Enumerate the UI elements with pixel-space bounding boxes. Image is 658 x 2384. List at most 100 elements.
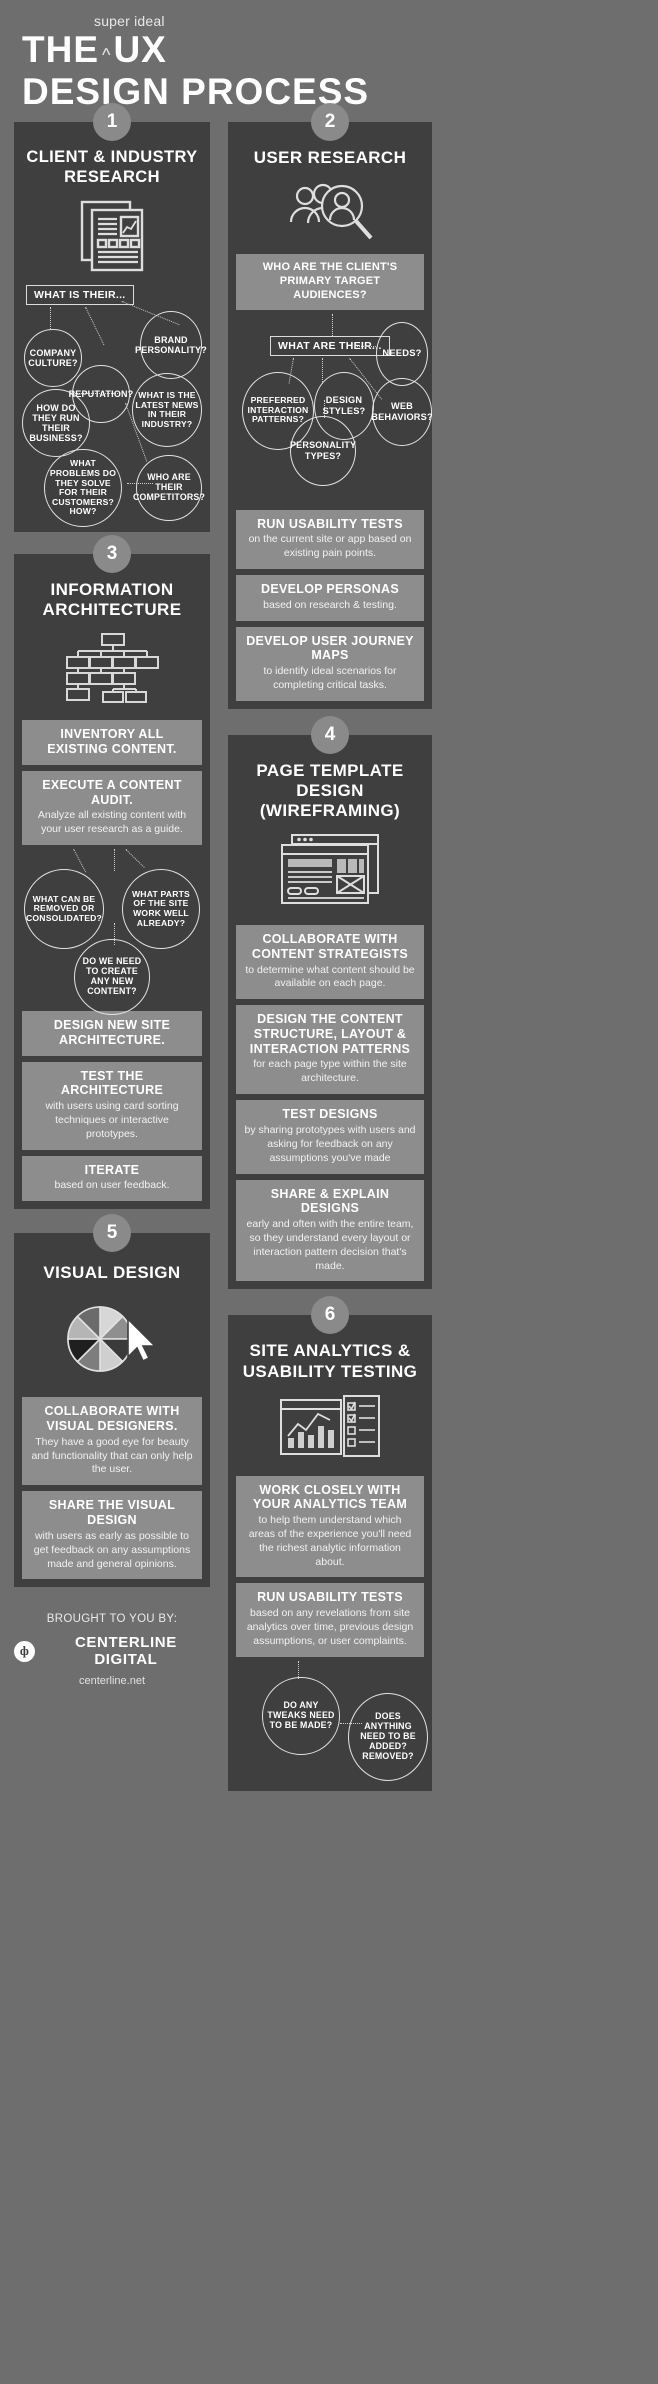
step-3-badge: 3 — [93, 535, 131, 574]
tip-body: based on any revelations from site analy… — [246, 1607, 414, 1647]
users-magnifier-icon — [236, 174, 424, 254]
title-the: THE — [22, 29, 99, 71]
step-3-title: INFORMATION ARCHITECTURE — [42, 580, 182, 620]
step-1-badge: 1 — [93, 103, 131, 142]
step-4-tip-2: TEST DESIGNS by sharing prototypes with … — [236, 1100, 424, 1174]
bubble-removed-consolidated: WHAT CAN BE REMOVED OR CONSOLIDATED? — [24, 869, 104, 950]
connector — [50, 307, 51, 330]
title-ux: UX — [113, 29, 167, 71]
tip-head: COLLABORATE WITH CONTENT STRATEGISTS — [251, 932, 409, 961]
step-5-badge: 5 — [93, 1214, 131, 1253]
tip-body: to identify ideal scenarios for completi… — [263, 665, 397, 691]
connector — [114, 849, 115, 872]
tip-body: Analyze all existing content with your u… — [37, 809, 187, 836]
tip-head: TEST THE ARCHITECTURE — [60, 1068, 164, 1098]
footer-url[interactable]: centerline.net — [14, 1675, 210, 1687]
connector — [332, 313, 333, 336]
tip-head: RUN USABILITY TESTS — [257, 516, 403, 531]
step-4-tip-1: DESIGN THE CONTENT STRUCTURE, LAYOUT & I… — [236, 1005, 424, 1095]
connector — [354, 345, 378, 347]
step-4-title: PAGE TEMPLATE DESIGN (WIREFRAMING) — [256, 760, 404, 820]
step-5: 5 VISUAL DESIGN COLLABORATE WITH VISUAL … — [14, 1214, 210, 1588]
bubble-problems-solve: WHAT PROBLEMS DO THEY SOLVE FOR THEIR CU… — [44, 449, 122, 528]
step-2-panel: USER RESEARCH WHO ARE THE CLIENT'S PRIMA… — [228, 122, 433, 709]
step-4-tip-3: SHARE & EXPLAIN DESIGNS early and often … — [236, 1179, 424, 1282]
connector — [73, 849, 87, 873]
connector — [125, 849, 145, 868]
page-title: THE ^ UX — [22, 29, 636, 70]
step-4-panel: PAGE TEMPLATE DESIGN (WIREFRAMING) COLLA… — [228, 734, 432, 1290]
tip-head: DEVELOP PERSONAS — [261, 582, 399, 597]
step-2-badge: 2 — [311, 103, 349, 142]
step-5-tip-1: SHARE THE VISUAL DESIGN with users as ea… — [22, 1491, 202, 1580]
tip-body: by sharing prototypes with users and ask… — [244, 1123, 416, 1164]
tip-body: on the current site or app based on exis… — [248, 533, 412, 560]
tip-body: for each page type within the site archi… — [253, 1058, 407, 1085]
step-2-tip-0: RUN USABILITY TESTS on the current site … — [236, 509, 424, 570]
step-5-tip-0: COLLABORATE WITH VISUAL DESIGNERS. They … — [22, 1397, 202, 1486]
bubble-tweaks-needed: DO ANY TWEAKS NEED TO BE MADE? — [262, 1676, 340, 1755]
brand-name: CENTERLINE DIGITAL — [74, 1634, 177, 1669]
step-2: 2 USER RESEARCH WHO ARE THE CLIENT'S PRI… — [228, 103, 433, 709]
header-kicker: super ideal — [94, 13, 165, 29]
wireframe-browser-icon — [236, 827, 424, 919]
bubble-company-culture: COMPANY CULTURE? — [24, 329, 82, 388]
tip-body: They have a good eye for beauty and func… — [31, 1435, 193, 1476]
tip-head: INVENTORY ALL EXISTING CONTENT. — [47, 727, 177, 757]
bubble-site-work-well: WHAT PARTS OF THE SITE WORK WELL ALREADY… — [122, 869, 200, 950]
step-5-panel: VISUAL DESIGN COLLABORATE WITH VISUAL DE… — [14, 1233, 210, 1588]
tip-head: SHARE & EXPLAIN DESIGNS — [270, 1186, 390, 1216]
document-report-icon — [22, 193, 202, 283]
step-1: 1 CLIENT & INDUSTRY RESEARCH WHAT IS THE… — [14, 103, 210, 533]
bubble-needs: NEEDS? — [376, 321, 428, 386]
tip-body: early and often with the entire team, so… — [246, 1218, 414, 1272]
bubble-brand-personality: BRAND PERSONALITY? — [135, 311, 207, 380]
tip-body: with users as early as possible to get f… — [33, 1529, 191, 1570]
step-6-tip-1: RUN USABILITY TESTS based on any revelat… — [236, 1583, 424, 1657]
tip-body: to help them understand which areas of t… — [248, 1514, 412, 1568]
infographic-page: super ideal THE ^ UX DESIGN PROCESS 1 CL… — [0, 0, 658, 2384]
step-1-query-label: WHAT IS THEIR... — [26, 285, 134, 306]
bubble-added-removed: DOES ANYTHING NEED TO BE ADDED? REMOVED? — [348, 1692, 428, 1781]
bubble-latest-news: WHAT IS THE LATEST NEWS IN THEIR INDUSTR… — [132, 373, 202, 448]
tip-head: SHARE THE VISUAL DESIGN — [48, 1498, 176, 1528]
step-4-tip-0: COLLABORATE WITH CONTENT STRATEGISTS to … — [236, 925, 424, 1000]
step-2-tip-2: DEVELOP USER JOURNEY MAPS to identify id… — [236, 626, 424, 701]
tip-head: RUN USABILITY TESTS — [257, 1590, 403, 1605]
step-6: 6 SITE ANALYTICS & USABILITY TESTING WOR… — [228, 1296, 432, 1791]
tip-head: DESIGN NEW SITE ARCHITECTURE. — [53, 1018, 171, 1047]
bubble-run-business: HOW DO THEY RUN THEIR BUSINESS? — [22, 389, 90, 458]
step-2-tip-1: DEVELOP PERSONAS based on research & tes… — [236, 575, 424, 621]
tip-body: based on research & testing. — [263, 598, 397, 611]
bubble-web-behaviors: WEB BEHAVIORS? — [371, 377, 433, 446]
step-2-title: USER RESEARCH — [253, 148, 407, 168]
step-6-badge: 6 — [311, 1296, 349, 1335]
tip-body: with users using card sorting techniques… — [45, 1100, 179, 1140]
tip-head: WORK CLOSELY WITH YOUR ANALYTICS TEAM — [252, 1482, 408, 1512]
step-3-bubble-map: WHAT CAN BE REMOVED OR CONSOLIDATED? WHA… — [22, 847, 202, 1016]
tip-body: based on user feedback. — [54, 1179, 170, 1192]
step-3-panel: INFORMATION ARCHITECTURE INVENTORY ALL E… — [14, 554, 210, 1210]
step-3: 3 INFORMATION ARCHITECTURE INVENTORY ALL… — [14, 535, 210, 1210]
footer: BROUGHT TO YOU BY: ф CENTERLINE DIGITAL … — [14, 1595, 210, 1695]
brand: ф CENTERLINE DIGITAL — [14, 1634, 210, 1668]
centerline-logo-icon: ф — [14, 1640, 35, 1662]
bubble-competitors: WHO ARE THEIR COMPETITORS? — [133, 455, 205, 522]
right-column: 2 USER RESEARCH WHO ARE THE CLIENT'S PRI… — [228, 103, 433, 1799]
analytics-checklist-icon — [236, 1388, 424, 1470]
step-2-band: WHO ARE THE CLIENT'S PRIMARY TARGET AUDI… — [236, 254, 424, 310]
caret-icon: ^ — [102, 44, 111, 65]
step-1-bubble-map: WHAT IS THEIR... COMPANY CULTURE? REPUTA… — [22, 283, 207, 528]
step-6-tip-0: WORK CLOSELY WITH YOUR ANALYTICS TEAM to… — [236, 1475, 424, 1578]
connector — [85, 307, 105, 346]
tip-head: DESIGN THE CONTENT STRUCTURE, LAYOUT & I… — [249, 1012, 411, 1056]
pie-chart-cursor-icon — [22, 1289, 202, 1391]
tip-head: DEVELOP USER JOURNEY MAPS — [246, 633, 414, 663]
sitemap-icon — [22, 626, 202, 714]
step-3-tip-2: ITERATE based on user feedback. — [22, 1155, 202, 1202]
step-3-tip-audit: EXECUTE A CONTENT AUDIT. Analyze all exi… — [22, 770, 202, 846]
tip-head: ITERATE — [84, 1162, 140, 1177]
tip-head: COLLABORATE WITH VISUAL DESIGNERS. — [44, 1404, 180, 1433]
bubble-new-content: DO WE NEED TO CREATE ANY NEW CONTENT? — [74, 939, 150, 1016]
step-6-title: SITE ANALYTICS & USABILITY TESTING — [242, 1341, 418, 1381]
